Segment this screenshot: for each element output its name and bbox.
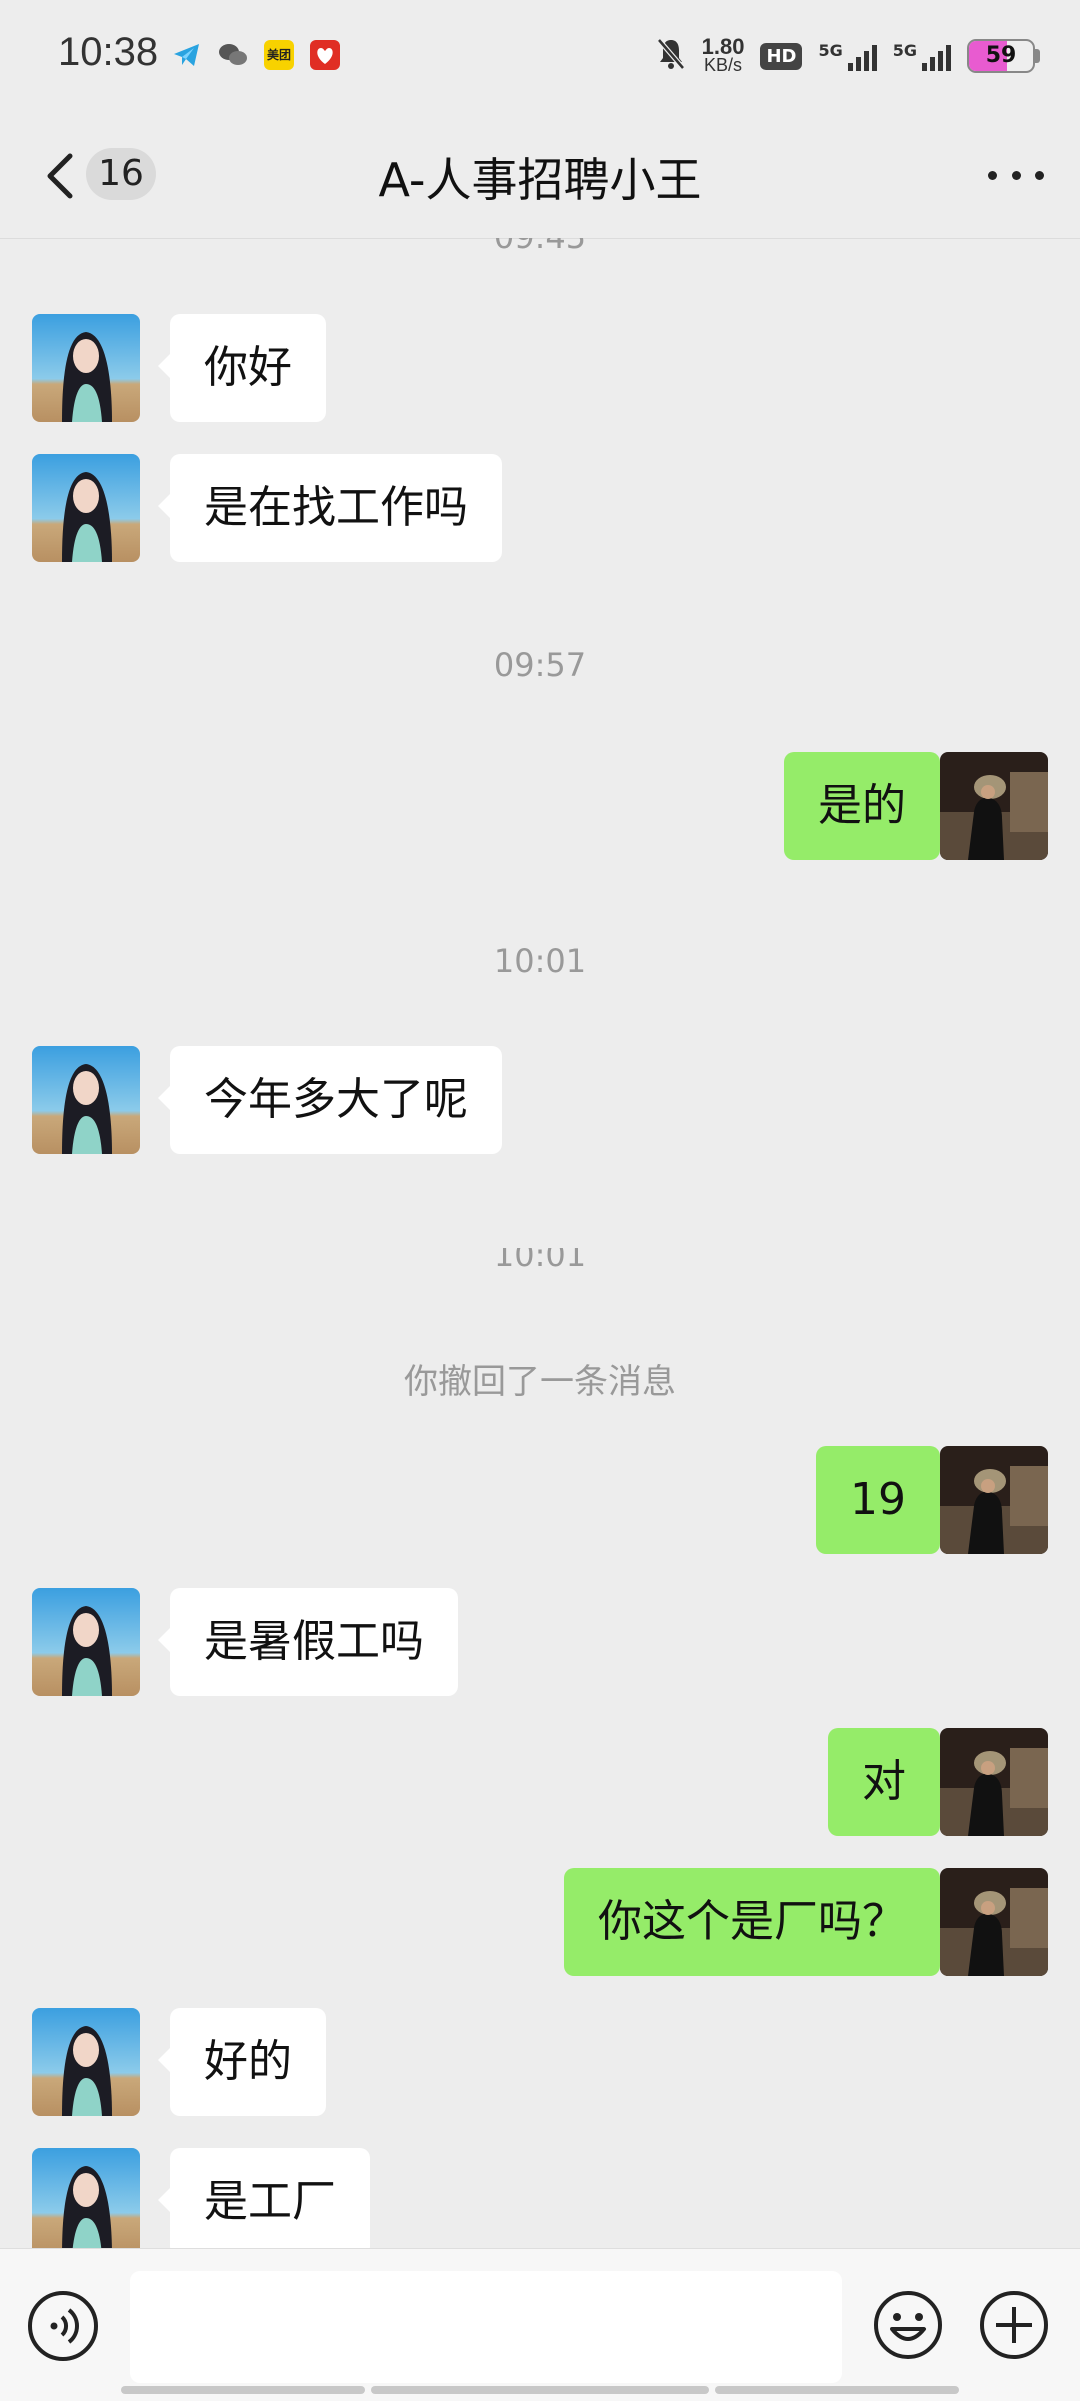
navigation-gesture-bar: [0, 2386, 1080, 2394]
my-avatar[interactable]: [940, 1868, 1048, 1976]
wechat-icon: [218, 40, 248, 70]
sim1-signal-icon: 5G: [818, 41, 877, 71]
sim2-label: 5G: [892, 41, 917, 60]
incoming-message[interactable]: 是工厂: [158, 2148, 370, 2248]
incoming-message[interactable]: 你好: [158, 314, 326, 422]
status-bar: 10:38 美团 1.80 KB/s HD 5G 5G 59: [0, 0, 1080, 110]
timestamp: 10:01: [493, 1248, 587, 1274]
sim1-label: 5G: [818, 41, 843, 60]
chat-header: 16 A-人事招聘小王: [0, 110, 1080, 239]
network-speed: 1.80 KB/s: [701, 34, 745, 75]
more-options-icon[interactable]: [988, 160, 1044, 190]
battery-icon: 59: [967, 39, 1035, 73]
battery-level: 59: [985, 43, 1017, 68]
contact-avatar[interactable]: [32, 2148, 140, 2248]
contact-avatar[interactable]: [32, 454, 140, 562]
timestamp: 09:57: [493, 646, 587, 684]
outgoing-message[interactable]: 19: [816, 1446, 952, 1554]
net-speed-unit: KB/s: [704, 55, 743, 75]
battery-indicator: 59: [967, 39, 1040, 73]
message-input[interactable]: [130, 2271, 842, 2383]
incoming-message[interactable]: 今年多大了呢: [158, 1046, 502, 1154]
telegram-icon: [172, 40, 202, 70]
outgoing-message[interactable]: 是的: [784, 752, 952, 860]
input-bar: [0, 2248, 1080, 2401]
outgoing-message[interactable]: 对: [828, 1728, 952, 1836]
incoming-message[interactable]: 好的: [158, 2008, 326, 2116]
timestamp: 10:01: [493, 942, 587, 980]
plus-icon[interactable]: [978, 2289, 1050, 2361]
contact-avatar[interactable]: [32, 2008, 140, 2116]
battery-cap: [1035, 49, 1040, 63]
mute-bell-icon: [656, 37, 686, 75]
voice-icon[interactable]: [28, 2291, 98, 2361]
sim2-signal-icon: 5G: [893, 41, 951, 71]
contact-avatar[interactable]: [32, 1046, 140, 1154]
chat-title: A-人事招聘小王: [378, 153, 702, 207]
outgoing-message[interactable]: 你这个是厂吗？: [564, 1868, 952, 1976]
my-avatar[interactable]: [940, 1446, 1048, 1554]
my-avatar[interactable]: [940, 752, 1048, 860]
net-speed-value: 1.80: [701, 34, 745, 59]
incoming-message[interactable]: 是在找工作吗: [158, 454, 502, 562]
contact-avatar[interactable]: [32, 314, 140, 422]
pinduoduo-icon: [310, 40, 340, 70]
status-time: 10:38: [58, 30, 159, 74]
meituan-icon: 美团: [264, 40, 294, 70]
hd-voice-badge: HD: [760, 42, 803, 70]
recall-notice: 你撤回了一条消息: [404, 1362, 676, 1402]
contact-avatar[interactable]: [32, 1588, 140, 1696]
message-list[interactable]: 09:45 你好 是在找工作吗 09:57 是的 10:01 今年多大了呢: [0, 238, 1080, 1248]
status-indicators: 1.80 KB/s HD 5G 5G 59: [656, 36, 1040, 76]
message-list-continued[interactable]: 10:01 你撤回了一条消息 19 是暑假工吗 对 你这个是厂吗？ 好的 是工厂: [0, 1248, 1080, 2248]
incoming-message[interactable]: 是暑假工吗: [158, 1588, 458, 1696]
my-avatar[interactable]: [940, 1728, 1048, 1836]
timestamp: 09:45: [0, 238, 1080, 256]
emoji-icon[interactable]: [872, 2289, 944, 2361]
